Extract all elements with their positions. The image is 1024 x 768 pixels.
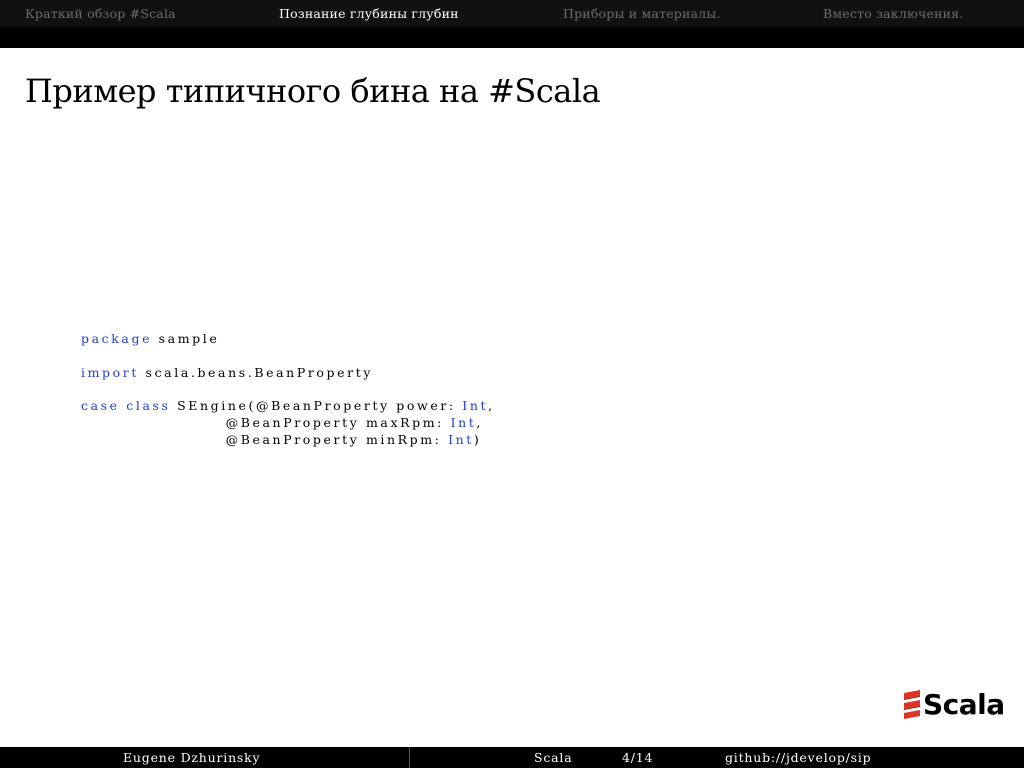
type-int: Int	[448, 432, 474, 447]
nav-section-overview[interactable]: Краткий обзор #Scala	[25, 6, 176, 21]
nav-section-tools[interactable]: Приборы и материалы.	[563, 6, 721, 21]
scala-logo-icon	[904, 690, 920, 719]
code-punctuation: )	[473, 432, 482, 447]
keyword-import: import	[81, 365, 139, 380]
code-text: @BeanProperty minRpm:	[225, 432, 449, 447]
type-int: Int	[462, 398, 489, 413]
footer-divider	[409, 747, 410, 768]
nav-section-depths[interactable]: Познание глубины глубин	[279, 6, 459, 21]
keyword-package: package	[81, 331, 153, 346]
code-line-param-minrpm: @BeanProperty minRpm: Int)	[81, 432, 481, 448]
frame-title: Пример типичного бина на #Scala	[25, 72, 601, 110]
section-navigation-strip: Краткий обзор #Scala Познание глубины гл…	[0, 0, 1024, 27]
code-line-import: import scala.beans.BeanProperty	[81, 365, 373, 381]
footer-author: Eugene Dzhurinsky	[123, 750, 261, 765]
scala-logo: Scala	[902, 688, 1012, 723]
section-navigation-bar: Краткий обзор #Scala Познание глубины гл…	[0, 0, 1024, 48]
code-punctuation: ,	[476, 415, 483, 430]
code-text: sample	[152, 331, 220, 346]
footer-repository-link[interactable]: github://jdevelop/sip	[725, 750, 871, 765]
code-text: scala.beans.BeanProperty	[138, 365, 373, 380]
footer-bar: Eugene Dzhurinsky Scala 4/14 github://jd…	[0, 747, 1024, 768]
code-line-package: package sample	[81, 331, 219, 347]
type-int: Int	[450, 415, 477, 430]
code-text: @BeanProperty maxRpm:	[225, 415, 451, 430]
code-line-param-maxrpm: @BeanProperty maxRpm: Int,	[81, 415, 483, 431]
keyword-class: class	[126, 398, 171, 413]
scala-logo-text: Scala	[923, 688, 1005, 721]
code-listing: package sample import scala.beans.BeanPr…	[81, 331, 492, 447]
code-text: SEngine(@BeanProperty power:	[170, 398, 463, 413]
footer-presentation-title: Scala	[534, 750, 573, 765]
code-punctuation: ,	[488, 398, 495, 413]
keyword-case: case	[81, 398, 120, 413]
footer-page-number: 4/14	[622, 750, 654, 765]
nav-section-conclusion[interactable]: Вместо заключения.	[823, 6, 963, 21]
code-line-class-declaration: case class SEngine(@BeanProperty power: …	[81, 398, 495, 414]
